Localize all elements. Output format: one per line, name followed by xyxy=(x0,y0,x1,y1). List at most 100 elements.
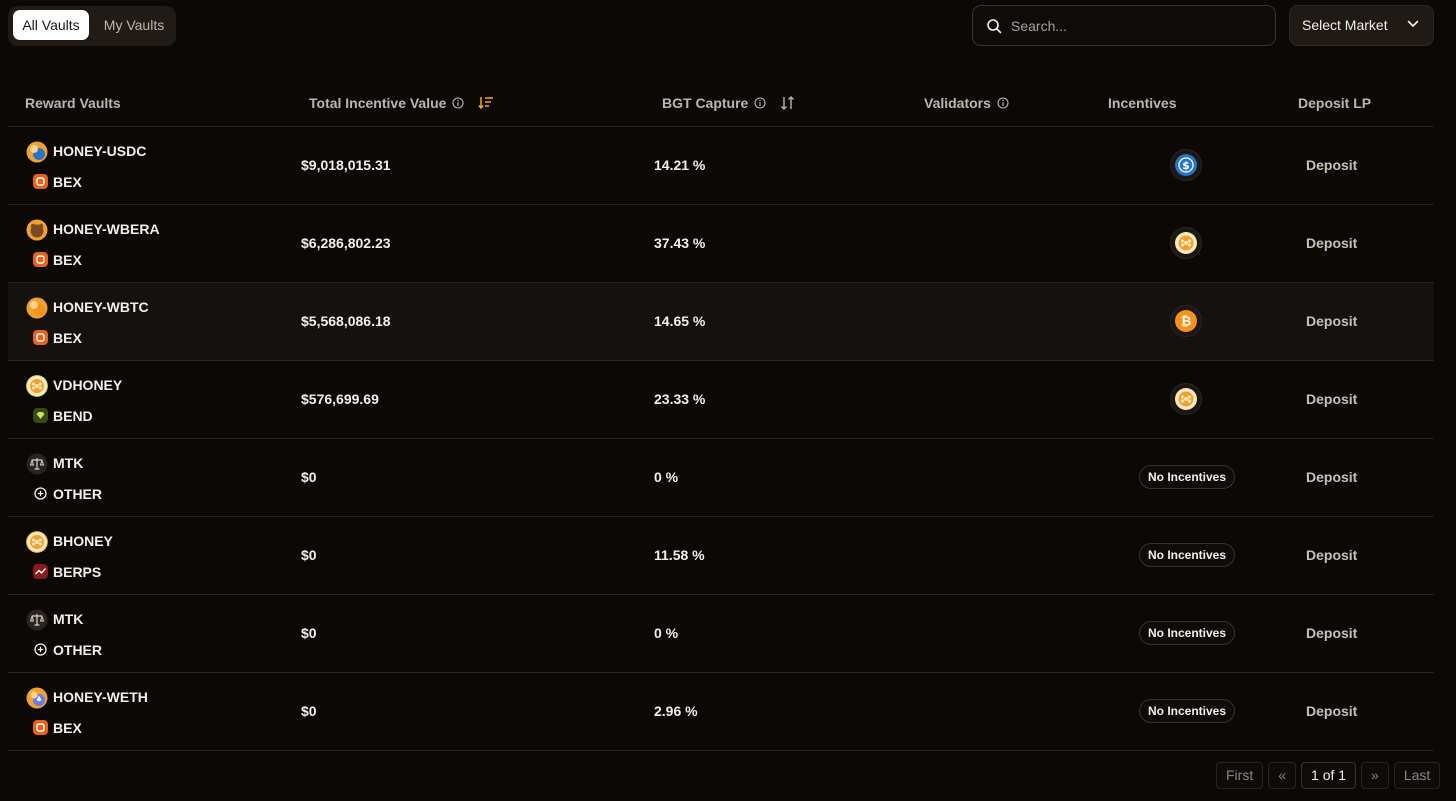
protocol-name: OTHER xyxy=(53,486,102,502)
total-incentive-value: $5,568,086.18 xyxy=(301,313,391,329)
bex-icon xyxy=(33,252,48,267)
scales-icon xyxy=(26,609,48,631)
vault-name[interactable]: HONEY-WETH xyxy=(53,689,148,705)
total-incentive-value: $9,018,015.31 xyxy=(301,157,391,173)
total-incentive-value: $0 xyxy=(301,469,317,485)
table-row[interactable]: HONEY-USDC BEX $9,018,015.31 14.21 % $ D… xyxy=(8,127,1434,205)
info-icon[interactable] xyxy=(754,97,766,109)
protocol-name: BEX xyxy=(53,174,82,190)
no-incentives-badge: No Incentives xyxy=(1139,621,1236,645)
incentive-token[interactable]: ₿ xyxy=(1170,305,1202,337)
table-row[interactable]: MTK OTHER $0 0 % No Incentives Deposit xyxy=(8,439,1434,517)
search-icon xyxy=(987,19,1002,34)
incentive-token[interactable]: $ xyxy=(1170,149,1202,181)
protocol-name: BEX xyxy=(53,330,82,346)
bgt-capture: 14.65 % xyxy=(654,313,706,329)
vault-filter-toggle: All Vaults My Vaults xyxy=(8,6,176,46)
vault-name[interactable]: MTK xyxy=(53,611,83,627)
no-incentives-badge: No Incentives xyxy=(1139,543,1236,567)
vaults-table-body: HONEY-USDC BEX $9,018,015.31 14.21 % $ D… xyxy=(8,127,1434,751)
vault-name[interactable]: MTK xyxy=(53,455,83,471)
table-row[interactable]: HONEY-WBTC BEX $5,568,086.18 14.65 % ₿ D… xyxy=(8,283,1434,361)
vdhoney-icon xyxy=(26,375,48,397)
last-page-button[interactable]: Last xyxy=(1393,762,1441,789)
berps-icon xyxy=(33,564,48,579)
deposit-button[interactable]: Deposit xyxy=(1306,625,1357,641)
all-vaults-tab[interactable]: All Vaults xyxy=(13,10,89,40)
sort-descending-icon[interactable] xyxy=(478,96,494,110)
deposit-button[interactable]: Deposit xyxy=(1306,703,1357,719)
vault-name[interactable]: HONEY-WBERA xyxy=(53,221,160,237)
incentive-token[interactable] xyxy=(1170,383,1202,415)
bgt-capture: 0 % xyxy=(654,469,679,485)
scales-icon xyxy=(26,453,48,475)
honey-icon xyxy=(1175,388,1197,410)
other-icon xyxy=(34,643,47,656)
header-bgt-capture[interactable]: BGT Capture xyxy=(662,95,796,111)
honey-wbera-pair-icon xyxy=(26,219,48,241)
deposit-button[interactable]: Deposit xyxy=(1306,547,1357,563)
chevron-down-icon xyxy=(1407,20,1419,27)
bgt-capture: 2.96 % xyxy=(654,703,698,719)
honey-icon xyxy=(1175,232,1197,254)
previous-page-button[interactable]: « xyxy=(1268,762,1297,789)
table-row[interactable]: MTK OTHER $0 0 % No Incentives Deposit xyxy=(8,595,1434,673)
total-incentive-value: $0 xyxy=(301,547,317,563)
total-incentive-value: $576,699.69 xyxy=(301,391,379,407)
my-vaults-tab[interactable]: My Vaults xyxy=(96,10,172,40)
bgt-capture: 0 % xyxy=(654,625,679,641)
protocol-name: BEX xyxy=(53,720,82,736)
toolbar: All Vaults My Vaults Select Market xyxy=(0,0,1456,56)
honey-weth-pair-icon xyxy=(26,687,48,709)
table-header: Reward Vaults Total Incentive Value BGT … xyxy=(8,84,1434,127)
deposit-button[interactable]: Deposit xyxy=(1306,469,1357,485)
vault-name[interactable]: HONEY-USDC xyxy=(53,143,146,159)
first-page-button[interactable]: First xyxy=(1216,762,1264,789)
bex-icon xyxy=(33,174,48,189)
other-icon xyxy=(34,487,47,500)
protocol-name: OTHER xyxy=(53,642,102,658)
bex-icon xyxy=(33,720,48,735)
bgt-capture: 11.58 % xyxy=(654,547,705,563)
search-input[interactable] xyxy=(1009,14,1263,38)
deposit-button[interactable]: Deposit xyxy=(1306,391,1357,407)
header-reward-vaults: Reward Vaults xyxy=(25,95,121,111)
table-row[interactable]: BHONEY BERPS $0 11.58 % No Incentives De… xyxy=(8,517,1434,595)
pagination: First « 1 of 1 » Last xyxy=(1216,762,1441,789)
honey-usdc-pair-icon xyxy=(26,141,48,163)
protocol-name: BEND xyxy=(53,408,93,424)
vault-name[interactable]: BHONEY xyxy=(53,533,113,549)
header-total-incentive-value[interactable]: Total Incentive Value xyxy=(309,95,494,111)
total-incentive-value: $0 xyxy=(301,703,317,719)
info-icon[interactable] xyxy=(452,97,465,109)
bgt-capture: 23.33 % xyxy=(654,391,706,407)
vault-name[interactable]: HONEY-WBTC xyxy=(53,299,149,315)
total-incentive-value: $6,286,802.23 xyxy=(301,235,391,251)
protocol-name: BEX xyxy=(53,252,82,268)
info-icon[interactable] xyxy=(997,97,1009,109)
protocol-name: BERPS xyxy=(53,564,102,580)
select-market-label: Select Market xyxy=(1302,17,1388,33)
sort-icon[interactable] xyxy=(780,96,796,110)
deposit-button[interactable]: Deposit xyxy=(1306,313,1357,329)
deposit-button[interactable]: Deposit xyxy=(1306,235,1357,251)
honey-wbtc-pair-icon xyxy=(26,297,48,319)
no-incentives-badge: No Incentives xyxy=(1139,699,1236,723)
next-page-button[interactable]: » xyxy=(1361,762,1389,789)
bgt-capture: 37.43 % xyxy=(654,235,706,251)
table-row[interactable]: HONEY-WETH BEX $0 2.96 % No Incentives D… xyxy=(8,673,1434,751)
search-box[interactable] xyxy=(972,5,1276,46)
header-validators: Validators xyxy=(924,95,1009,111)
deposit-button[interactable]: Deposit xyxy=(1306,157,1357,173)
table-row[interactable]: HONEY-WBERA BEX $6,286,802.23 37.43 % De… xyxy=(8,205,1434,283)
svg-text:$: $ xyxy=(1182,159,1190,172)
vault-name[interactable]: VDHONEY xyxy=(53,377,122,393)
table-row[interactable]: VDHONEY BEND $576,699.69 23.33 % Deposit xyxy=(8,361,1434,439)
select-market-dropdown[interactable]: Select Market xyxy=(1289,5,1434,46)
no-incentives-badge: No Incentives xyxy=(1139,465,1236,489)
bhoney-icon xyxy=(26,531,48,553)
bgt-capture: 14.21 % xyxy=(654,157,706,173)
incentive-token[interactable] xyxy=(1170,227,1202,259)
usdc-icon: $ xyxy=(1175,154,1197,176)
svg-text:₿: ₿ xyxy=(1181,315,1192,330)
